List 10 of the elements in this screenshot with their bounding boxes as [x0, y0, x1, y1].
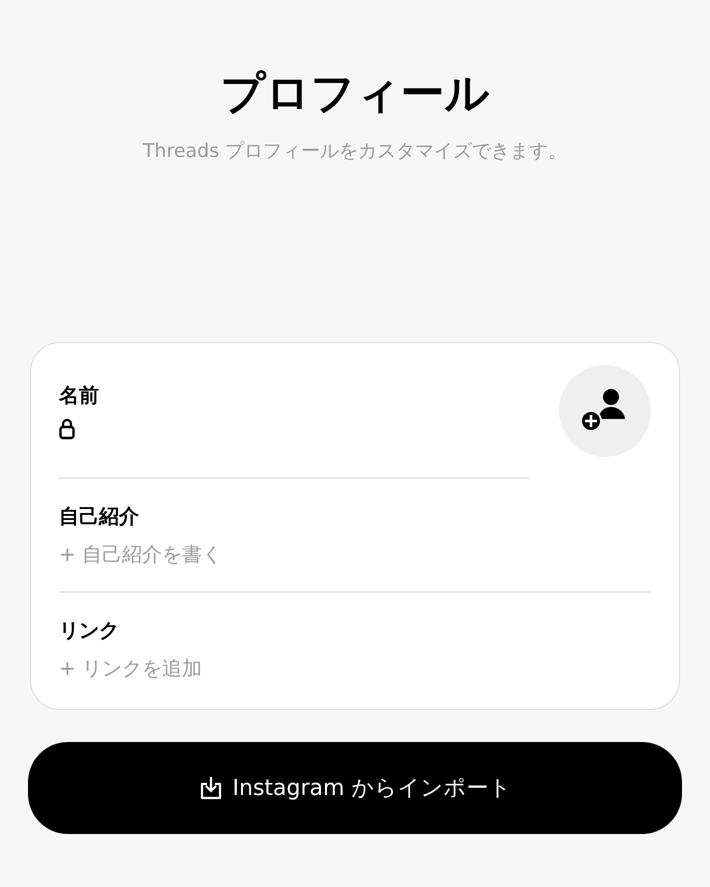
- page-subtitle: Threads プロフィールをカスタマイズできます。: [142, 139, 568, 164]
- field-placeholder[interactable]: + リンクを追加: [59, 653, 651, 683]
- field-label: リンク: [59, 617, 120, 644]
- lock-icon: [59, 418, 75, 440]
- page-title: プロフィール: [220, 67, 490, 121]
- import-button[interactable]: Instagram からインポート: [28, 742, 682, 834]
- field-placeholder[interactable]: + 自己紹介を書く: [59, 539, 651, 569]
- field-label: 自己紹介: [59, 503, 140, 530]
- field-label: 名前: [59, 382, 100, 409]
- import-icon: [198, 775, 223, 801]
